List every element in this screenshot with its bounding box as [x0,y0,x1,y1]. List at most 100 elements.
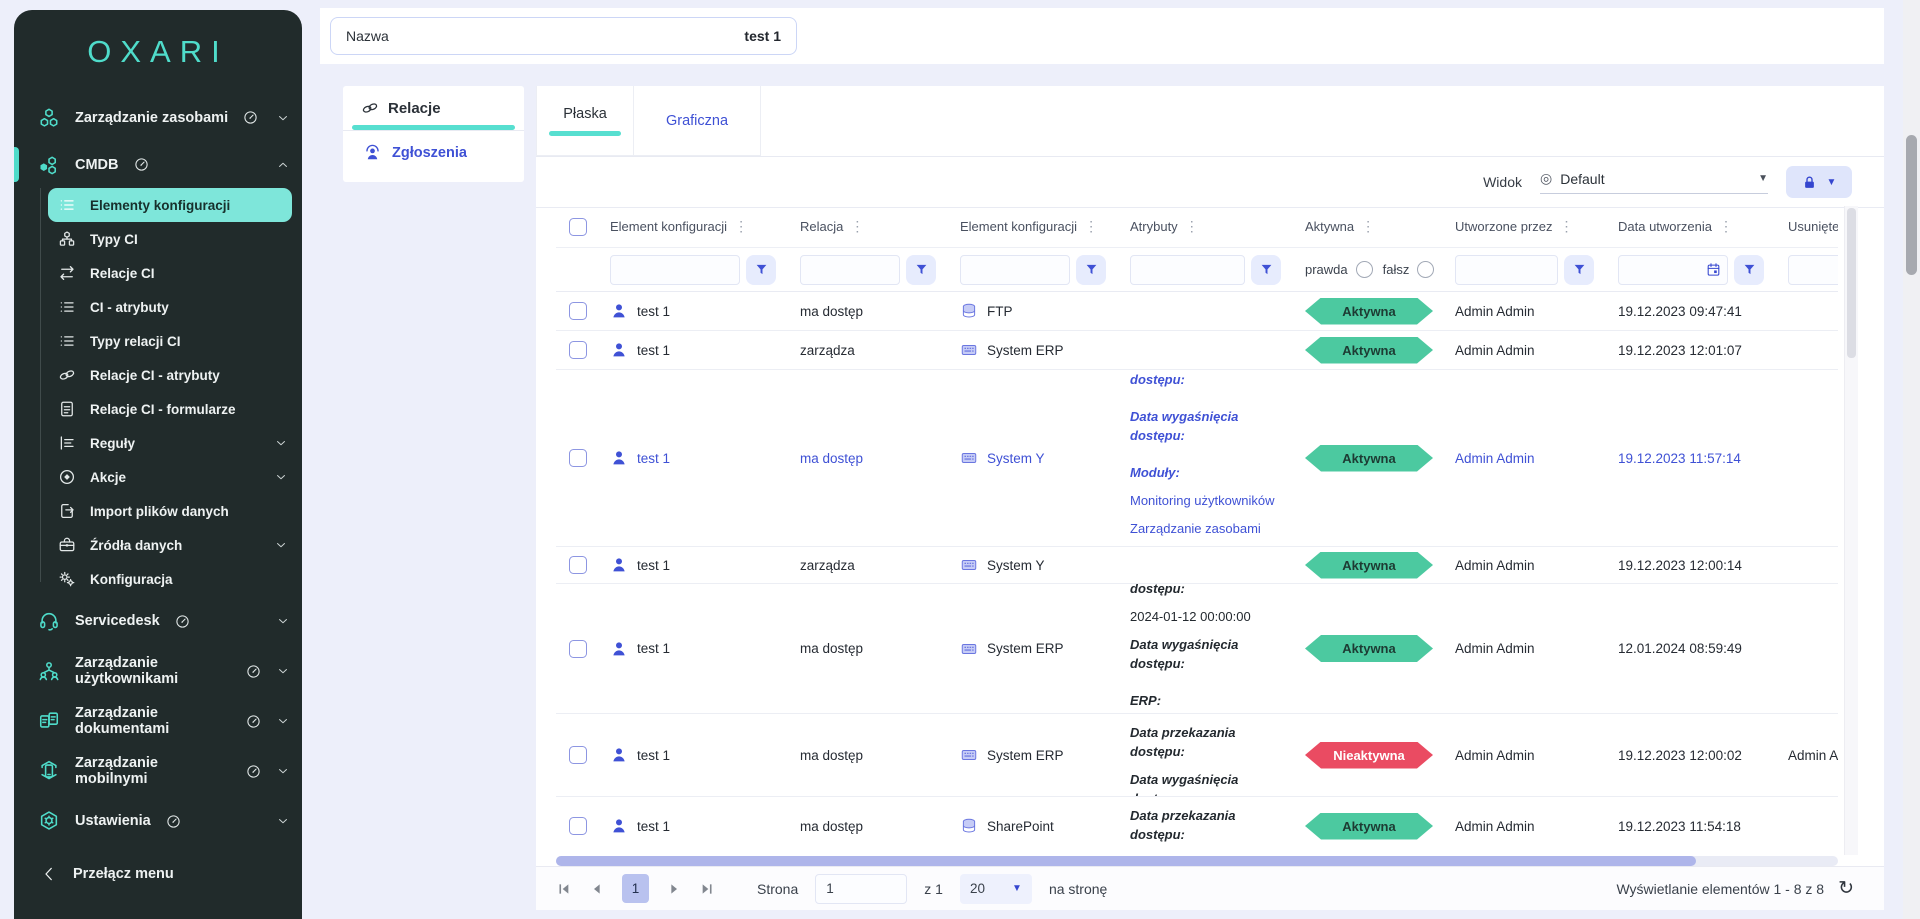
chevron-down-icon[interactable] [276,614,290,628]
sidebar-item-zarzadzanie-uzytkownikami[interactable]: Zarządzanie użytkownikami [14,646,302,696]
filter-input[interactable] [1455,255,1558,285]
sidebar-item-relacje-ci-formularze[interactable]: Relacje CI - formularze [54,392,302,426]
table-vertical-scrollbar[interactable] [1844,206,1858,855]
chevron-down-icon[interactable] [276,111,290,125]
sidebar-item-konfiguracja[interactable]: Konfiguracja [54,562,302,596]
sidebar-item-zrodla-danych[interactable]: Źródła danych [54,528,302,562]
row-checkbox[interactable] [569,302,587,320]
sidebar-item-akcje[interactable]: Akcje [54,460,302,494]
column-header[interactable]: Element konfiguracji [960,219,1077,234]
row-checkbox[interactable] [569,556,587,574]
sidebar-item-ustawienia[interactable]: Ustawienia [14,796,302,846]
row-checkbox[interactable] [569,817,587,835]
table-vertical-scrollbar-thumb[interactable] [1847,208,1856,358]
chevron-down-icon[interactable] [274,470,288,484]
sidebar-item-zarzadzanie-dokumentami[interactable]: Zarządzanie dokumentami [14,696,302,746]
filter-input[interactable] [800,255,900,285]
chevron-up-icon[interactable] [276,158,290,172]
row-checkbox[interactable] [569,449,587,467]
column-header[interactable]: Element konfiguracji [610,219,727,234]
chevron-down-icon[interactable] [276,814,290,828]
page-scrollbar[interactable] [1903,0,1920,919]
filter-true-radio[interactable] [1356,261,1373,278]
select-all-checkbox[interactable] [569,218,587,236]
panel-item-zgloszenia[interactable]: Zgłoszenia [343,131,524,162]
column-menu-icon[interactable]: ⋮ [1361,218,1375,235]
column-header[interactable]: Data utworzenia [1618,219,1712,234]
filter-input[interactable] [1130,255,1245,285]
toggle-menu-button[interactable]: Przełącz menu [14,850,302,897]
current-page-button[interactable]: 1 [622,874,649,903]
refresh-icon[interactable]: ↻ [1838,879,1854,898]
page-size-select[interactable]: 20 ▼ [960,874,1032,904]
calendar-icon[interactable] [1706,262,1721,277]
row-checkbox[interactable] [569,341,587,359]
sidebar-item-reguly[interactable]: Reguły [54,426,302,460]
filter-funnel-button[interactable] [906,255,936,285]
filter-false-radio[interactable] [1417,261,1434,278]
tab-graficzna[interactable]: Graficzna [634,86,761,156]
filter-funnel-button[interactable] [1564,255,1594,285]
sidebar-item-relacje-ci-atrybuty[interactable]: Relacje CI - atrybuty [54,358,302,392]
filter-funnel-button[interactable] [746,255,776,285]
sidebar-item-zarzadzanie-mobilnymi[interactable]: Zarządzanie mobilnymi [14,746,302,796]
sidebar-item-import-plikow[interactable]: Import plików danych [54,494,302,528]
chevron-down-icon[interactable] [274,538,288,552]
column-menu-icon[interactable]: ⋮ [1719,218,1733,235]
table-row[interactable]: test 1 ma dostęp System ERP Data przekaz… [556,584,1838,714]
sidebar-item-typy-ci[interactable]: Typy CI [54,222,302,256]
sidebar-item-relacje-ci[interactable]: Relacje CI [54,256,302,290]
chevron-down-icon[interactable] [276,764,290,778]
column-header[interactable]: Usunięte [1788,219,1838,234]
table-row[interactable]: test 1 ma dostęp System ERP Data przekaz… [556,714,1838,797]
table-row[interactable]: test 1 ma dostęp SharePoint Data przekaz… [556,797,1838,855]
horizontal-scrollbar[interactable] [556,856,1838,866]
filter-input[interactable] [1788,255,1838,285]
table-row[interactable]: test 1 zarządza System ERP Aktywna Admin… [556,331,1838,370]
chevron-down-icon[interactable] [276,664,290,678]
row-checkbox[interactable] [569,746,587,764]
table-row[interactable]: test 1 zarządza System Y Aktywna Admin A… [556,547,1838,584]
column-header[interactable]: Relacja [800,219,843,234]
relations-panel-header[interactable]: Relacje [343,86,524,117]
filter-input[interactable] [960,255,1070,285]
sidebar-item-servicedesk[interactable]: Servicedesk [14,596,302,646]
filter-date-input[interactable] [1618,255,1728,285]
column-menu-icon[interactable]: ⋮ [1560,218,1574,235]
lock-view-button[interactable]: ▼ [1786,166,1852,198]
previous-page-button[interactable] [589,881,605,897]
sidebar-item-typy-relacji-ci[interactable]: Typy relacji CI [54,324,302,358]
funnel-icon [1743,263,1756,276]
column-menu-icon[interactable]: ⋮ [1185,218,1199,235]
filter-funnel-button[interactable] [1251,255,1281,285]
table-row[interactable]: test 1 ma dostęp FTP Aktywna Admin Admin… [556,292,1838,331]
table-row[interactable]: test 1 ma dostęp System Y Data przekazan… [556,370,1838,547]
sidebar-item-elementy-konfiguracji[interactable]: Elementy konfiguracji [48,188,292,222]
row-checkbox[interactable] [569,640,587,658]
tab-plaska[interactable]: Płaska [536,86,634,156]
page-number-input[interactable]: 1 [815,874,907,904]
column-menu-icon[interactable]: ⋮ [1084,218,1098,235]
last-page-button[interactable] [699,881,715,897]
name-field[interactable]: Nazwa test 1 [330,17,797,55]
chevron-down-icon[interactable] [276,714,290,728]
sidebar-item-cmdb[interactable]: CMDB [14,141,302,188]
sidebar-item-ci-atrybuty[interactable]: CI - atrybuty [54,290,302,324]
sidebar-item-zarzadzanie-zasobami[interactable]: Zarządzanie zasobami [14,94,302,141]
page-scrollbar-thumb[interactable] [1906,135,1917,275]
next-page-button[interactable] [666,881,682,897]
column-header[interactable]: Utworzone przez [1455,219,1553,234]
chevron-down-icon[interactable] [274,436,288,450]
module-link[interactable]: Monitoring użytkowników [1130,491,1275,510]
first-page-button[interactable] [556,881,572,897]
column-header[interactable]: Atrybuty [1130,219,1178,234]
filter-funnel-button[interactable] [1734,255,1764,285]
module-link[interactable]: Zarządzanie zasobami [1130,519,1261,538]
view-select[interactable]: ◎ Default ▼ [1540,170,1768,194]
filter-funnel-button[interactable] [1076,255,1106,285]
column-menu-icon[interactable]: ⋮ [734,218,748,235]
column-header[interactable]: Aktywna [1305,219,1354,234]
horizontal-scrollbar-thumb[interactable] [556,856,1696,866]
filter-input[interactable] [610,255,740,285]
column-menu-icon[interactable]: ⋮ [850,218,864,235]
